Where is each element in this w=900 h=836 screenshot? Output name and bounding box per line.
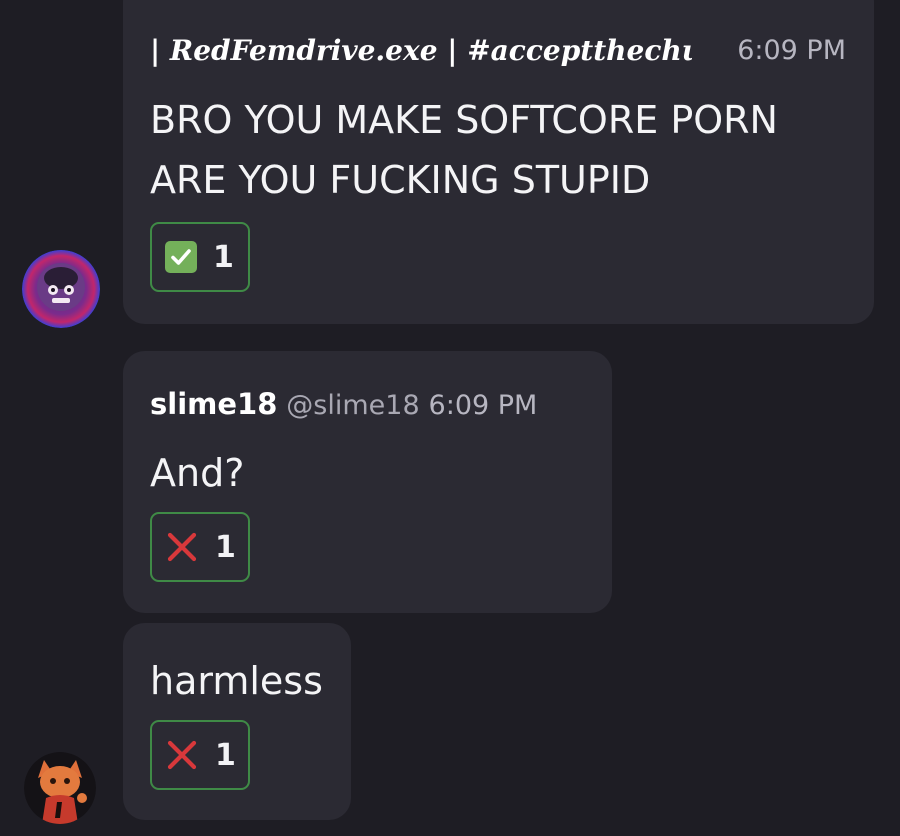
message-text: harmless	[150, 659, 323, 703]
cross-mark-icon	[167, 532, 197, 562]
author-name-clip: | RedFemdrive.exe | #acceptthechurchofam…	[150, 34, 692, 68]
reaction-count: 1	[213, 239, 234, 275]
cross-mark-icon	[167, 740, 197, 770]
message-header: | RedFemdrive.exe | #acceptthechurchofam…	[150, 34, 846, 68]
author-name[interactable]: slime18	[150, 387, 277, 421]
reaction-check[interactable]: 1	[150, 222, 250, 292]
reaction-count: 1	[215, 737, 236, 773]
message-line: ARE YOU FUCKING STUPID	[150, 158, 651, 202]
check-mark-button-icon	[165, 241, 197, 273]
message-bubble[interactable]: harmless 1	[123, 623, 351, 820]
timestamp: 6:09 PM	[731, 34, 846, 68]
reaction-cross[interactable]: 1	[150, 512, 250, 582]
message-text: And?	[150, 451, 245, 495]
message-line: BRO YOU MAKE SOFTCORE PORN	[150, 98, 778, 142]
author-handle[interactable]: @slime18	[286, 390, 419, 421]
message-header: slime18 @slime18 6:09 PM	[150, 387, 537, 423]
reaction-cross[interactable]: 1	[150, 720, 250, 790]
avatar[interactable]	[24, 752, 96, 824]
message-bubble[interactable]: slime18 @slime18 6:09 PM And? 1	[123, 351, 612, 613]
avatar[interactable]	[22, 250, 100, 328]
message-bubble[interactable]: | RedFemdrive.exe | #acceptthechurchofam…	[123, 0, 874, 324]
author-name[interactable]: | RedFemdrive.exe | #acceptthechurchofam…	[150, 34, 692, 67]
message-text: BRO YOU MAKE SOFTCORE PORN ARE YOU FUCKI…	[150, 90, 778, 210]
reaction-count: 1	[215, 529, 236, 565]
timestamp: 6:09 PM	[428, 390, 538, 421]
